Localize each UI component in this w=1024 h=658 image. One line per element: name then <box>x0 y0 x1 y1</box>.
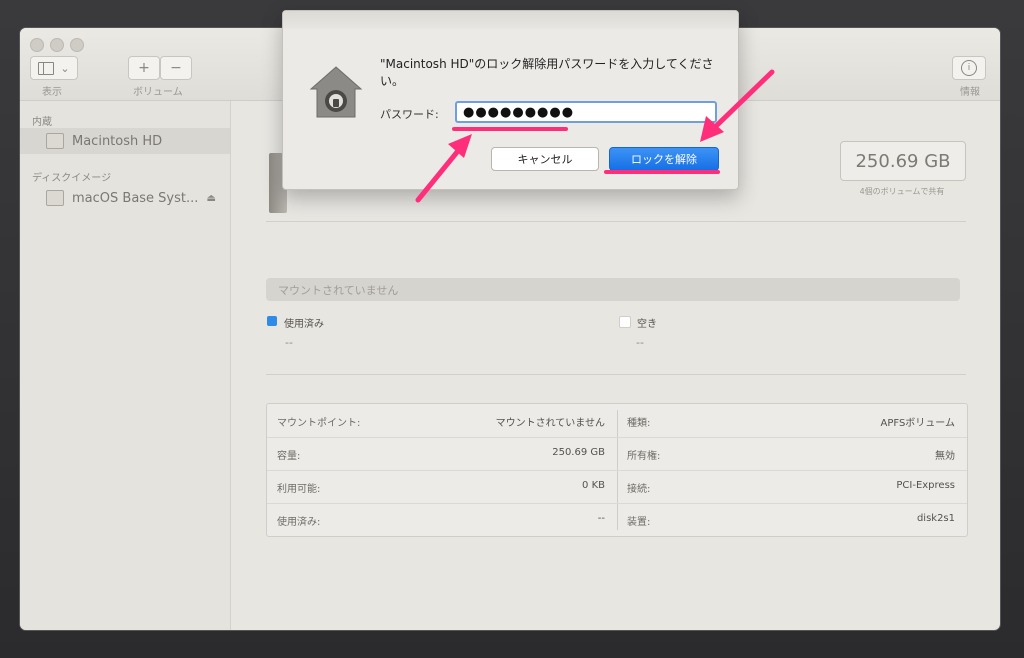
arrow-to-unlock <box>700 69 775 142</box>
annotation-arrows <box>415 69 775 203</box>
arrow-to-password <box>415 134 472 203</box>
